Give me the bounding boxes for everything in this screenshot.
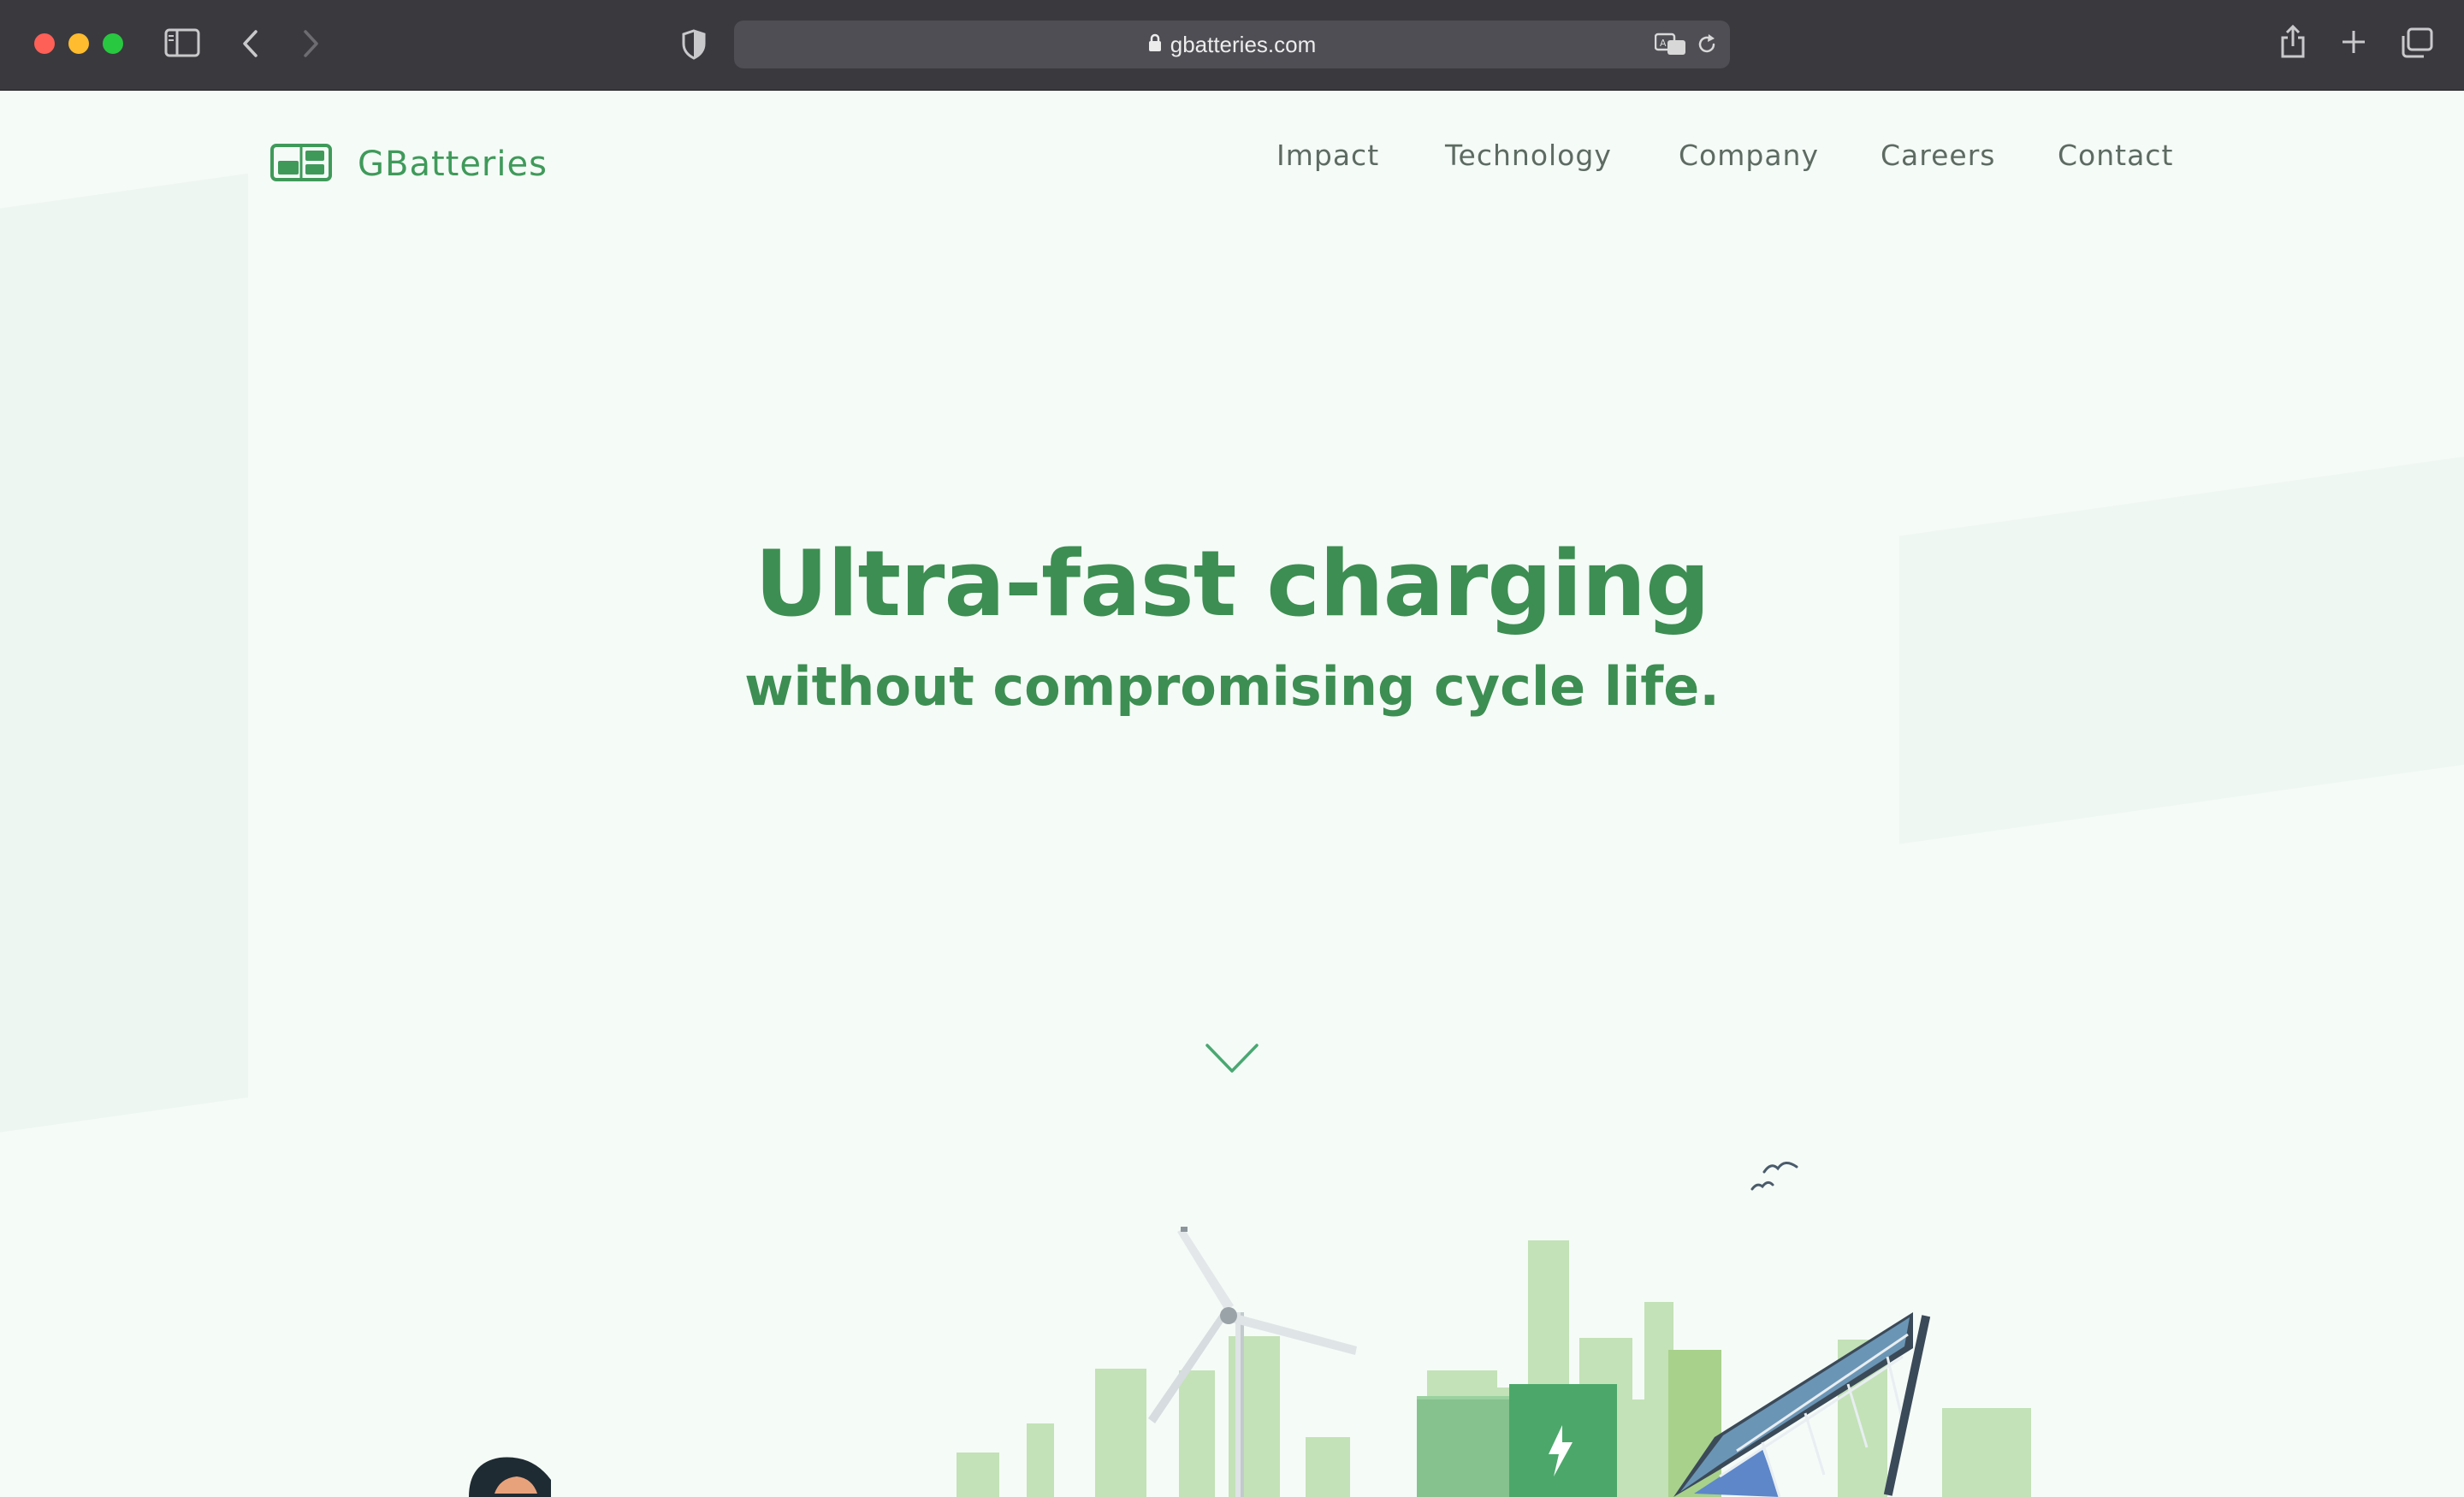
forward-icon[interactable] [301, 29, 320, 58]
window-minimize-button[interactable] [68, 33, 89, 54]
battery-block [1417, 1384, 1617, 1497]
back-icon[interactable] [241, 29, 260, 58]
nav-contact[interactable]: Contact [2058, 139, 2173, 172]
svg-text:A: A [1660, 38, 1667, 49]
main-navigation: Impact Technology Company Careers Contac… [0, 139, 2464, 186]
shield-icon[interactable] [681, 29, 707, 60]
sidebar-icon[interactable] [164, 27, 200, 58]
tabs-overview-icon[interactable] [2401, 27, 2433, 58]
background-shape [1899, 449, 2464, 844]
share-icon[interactable] [2279, 24, 2307, 60]
bird-icon [1750, 1162, 1798, 1191]
person-figure [469, 1457, 551, 1497]
translate-icon[interactable]: A [1655, 33, 1687, 56]
url-text: gbatteries.com [1170, 32, 1317, 57]
nav-company[interactable]: Company [1679, 139, 1819, 172]
browser-toolbar: gbatteries.com A [0, 0, 2464, 91]
chevron-down-icon[interactable] [1205, 1042, 1259, 1078]
hero-illustration [469, 1162, 2031, 1497]
lock-icon [1148, 21, 1162, 68]
nav-technology[interactable]: Technology [1445, 139, 1612, 172]
window-maximize-button[interactable] [103, 33, 123, 54]
hero-title: Ultra-fast charging [755, 531, 1710, 636]
nav-impact[interactable]: Impact [1276, 139, 1379, 172]
reload-icon[interactable] [1696, 33, 1718, 56]
nav-careers[interactable]: Careers [1881, 139, 1995, 172]
new-tab-icon[interactable] [2341, 29, 2366, 55]
address-bar[interactable]: gbatteries.com A [734, 21, 1730, 68]
window-close-button[interactable] [34, 33, 55, 54]
webpage: GBatteries Impact Technology Company Car… [0, 91, 2464, 1497]
hero-subtitle: without compromising cycle life. [744, 655, 1720, 718]
